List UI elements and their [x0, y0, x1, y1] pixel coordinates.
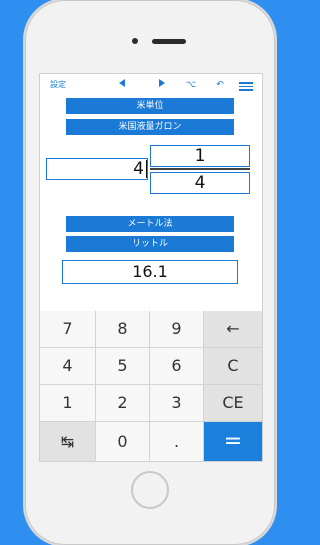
earpiece-speaker: [152, 39, 186, 44]
swap-units-icon[interactable]: ⌥: [185, 78, 197, 92]
key-1[interactable]: 1: [40, 385, 95, 421]
source-system-selector[interactable]: 米単位: [66, 98, 234, 114]
front-camera: [132, 38, 138, 44]
clear-entry-button[interactable]: CE: [204, 385, 262, 421]
menu-line-icon: [239, 89, 253, 91]
key-9[interactable]: 9: [150, 311, 203, 347]
destination-unit-selector[interactable]: リットル: [66, 236, 234, 252]
key-8[interactable]: 8: [96, 311, 149, 347]
fraction-line: [150, 168, 250, 170]
whole-number-input[interactable]: 4: [46, 158, 148, 180]
menu-line-icon: [239, 82, 253, 84]
text-cursor: [146, 160, 147, 178]
menu-icon[interactable]: [239, 82, 253, 91]
source-unit-selector[interactable]: 米国液量ガロン: [66, 119, 234, 135]
previous-arrow-icon[interactable]: [117, 78, 127, 92]
previous-arrow-glyph-icon: [119, 79, 125, 87]
key-0[interactable]: 0: [96, 422, 149, 461]
key-4[interactable]: 4: [40, 348, 95, 384]
settings-button[interactable]: 設定: [47, 78, 69, 92]
clear-button[interactable]: C: [204, 348, 262, 384]
home-button[interactable]: [131, 471, 169, 509]
result-display: 16.1: [62, 260, 238, 284]
undo-icon[interactable]: ↶: [214, 78, 226, 92]
key-7[interactable]: 7: [40, 311, 95, 347]
key-6[interactable]: 6: [150, 348, 203, 384]
fraction-toggle-icon[interactable]: ↹: [40, 422, 95, 461]
menu-line-icon: [239, 85, 253, 87]
backspace-button[interactable]: ←: [204, 311, 262, 347]
equals-button[interactable]: =: [204, 422, 262, 461]
next-arrow-icon[interactable]: [157, 78, 167, 92]
destination-system-selector[interactable]: メートル法: [66, 216, 234, 232]
key-2[interactable]: 2: [96, 385, 149, 421]
app-screen: 設定 ⌥ ↶ 米単位 米国液量ガロン 4 1 4 メートル法 リットル 16.1…: [39, 73, 263, 462]
key-5[interactable]: 5: [96, 348, 149, 384]
decimal-point-button[interactable]: .: [150, 422, 203, 461]
toolbar: 設定 ⌥ ↶: [40, 74, 262, 96]
numerator-input[interactable]: 1: [150, 145, 250, 167]
next-arrow-glyph-icon: [159, 79, 165, 87]
key-3[interactable]: 3: [150, 385, 203, 421]
keypad: 7 8 9 ← 4 5 6 C 1 2 3 CE ↹ 0 . =: [40, 311, 262, 461]
denominator-input[interactable]: 4: [150, 172, 250, 194]
